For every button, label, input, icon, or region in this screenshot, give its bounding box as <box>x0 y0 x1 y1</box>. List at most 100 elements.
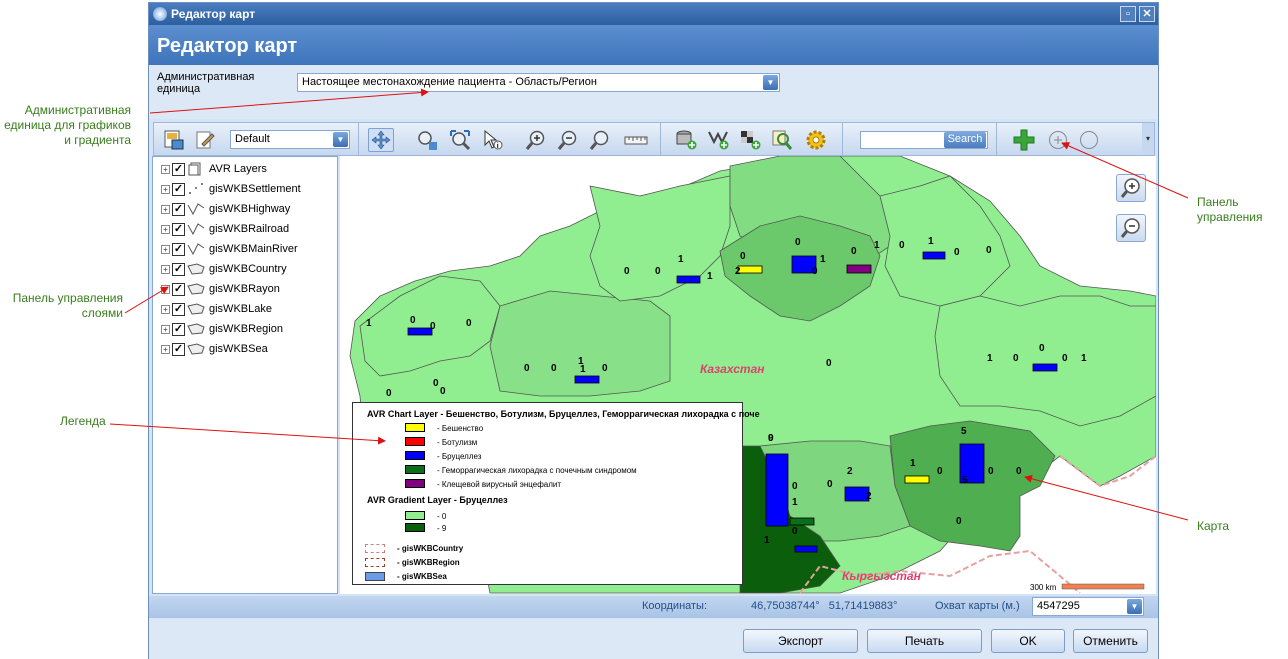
chart-bar <box>737 265 763 274</box>
style-select[interactable]: Default ▼ <box>230 130 350 149</box>
layer-row[interactable]: + ✓ gisWKBSettlement <box>161 181 301 197</box>
region-count-label: 0 <box>1016 466 1022 477</box>
annotation-layers-panel: Панель управления слоями <box>12 291 123 320</box>
legend-country-swatch <box>365 544 385 553</box>
region-count-label: 0 <box>956 516 962 527</box>
layer-name: AVR Layers <box>209 163 267 175</box>
layer-row[interactable]: + ✓ gisWKBRegion <box>161 321 283 337</box>
chevron-down-icon[interactable]: ▼ <box>763 75 778 90</box>
expand-icon[interactable]: + <box>161 164 170 174</box>
layer-checkbox[interactable]: ✓ <box>172 262 185 276</box>
layer-checkbox[interactable]: ✓ <box>172 282 185 296</box>
info-icon[interactable]: i <box>479 128 505 152</box>
pan-icon[interactable] <box>368 128 394 152</box>
print-button[interactable]: Печать <box>867 629 982 653</box>
layer-name: gisWKBSea <box>209 343 268 355</box>
expand-icon[interactable]: + <box>161 324 170 334</box>
expand-icon[interactable]: + <box>161 284 170 294</box>
layer-row[interactable]: + ✓ gisWKBCountry <box>161 261 287 277</box>
region-count-label: 0 <box>551 363 557 374</box>
region-count-label: 0 <box>826 358 832 369</box>
layer-row[interactable]: + ✓ gisWKBSea <box>161 341 268 357</box>
region-count-label: 0 <box>386 388 392 399</box>
expand-icon[interactable]: + <box>161 184 170 194</box>
cancel-button[interactable]: Отменить <box>1073 629 1148 653</box>
layer-checkbox[interactable]: ✓ <box>172 202 185 216</box>
zoom-box-icon[interactable] <box>587 128 613 152</box>
chart-bar <box>676 275 701 284</box>
layer-checkbox[interactable]: ✓ <box>172 222 185 236</box>
layer-row[interactable]: + ✓ gisWKBLake <box>161 301 272 317</box>
ok-button[interactable]: OK <box>991 629 1065 653</box>
admin-unit-value: Настоящее местонахождение пациента - Обл… <box>302 76 597 88</box>
search-button[interactable]: Search <box>944 132 986 148</box>
expand-icon[interactable]: + <box>161 304 170 314</box>
avr-layers-icon <box>187 162 205 176</box>
layer-row[interactable]: + ✓ gisWKBMainRiver <box>161 241 298 257</box>
layer-checkbox[interactable]: ✓ <box>172 322 185 336</box>
layer-name: gisWKBLake <box>209 303 272 315</box>
edit-style-icon[interactable] <box>192 128 218 152</box>
chevron-down-icon[interactable]: ▾ <box>1142 123 1154 155</box>
layer-name: gisWKBCountry <box>209 263 287 275</box>
layer-properties-icon[interactable] <box>161 128 187 152</box>
expand-icon[interactable]: + <box>161 244 170 254</box>
polygon-layer-icon <box>187 302 205 316</box>
layer-row[interactable]: + ✓ AVR Layers <box>161 161 267 177</box>
chart-bar <box>794 545 818 553</box>
zoom-out-icon[interactable] <box>555 128 581 152</box>
add-icon[interactable] <box>1011 128 1037 152</box>
search-layer-icon[interactable] <box>769 128 795 152</box>
region-count-label: 1 <box>874 240 880 251</box>
region-count-label: 9 <box>768 433 774 444</box>
coverage-select[interactable]: 4547295 ▼ <box>1032 597 1144 616</box>
layer-checkbox[interactable]: ✓ <box>172 342 185 356</box>
legend-item-label: - Клещевой вирусный энцефалит <box>437 480 562 489</box>
map-canvas[interactable]: 1001020100101000100010100100100000901201… <box>340 156 1156 594</box>
map-editor-window: Редактор карт ▫ ✕ Редактор карт Админист… <box>148 2 1159 659</box>
chevron-down-icon[interactable]: ▼ <box>333 132 348 147</box>
layer-name: gisWKBHighway <box>209 203 291 215</box>
expand-icon[interactable]: + <box>161 204 170 214</box>
maximize-icon[interactable]: ▫ <box>1120 6 1136 22</box>
add-point-icon[interactable] <box>1045 128 1071 152</box>
settings-icon[interactable] <box>803 128 829 152</box>
zoom-extent-icon[interactable] <box>414 128 440 152</box>
add-layer-icon[interactable] <box>673 128 699 152</box>
map-zoom-in-button[interactable] <box>1116 174 1146 202</box>
circle-icon[interactable] <box>1076 128 1102 152</box>
style-tool-group: Default ▼ <box>154 123 359 155</box>
layer-checkbox[interactable]: ✓ <box>172 182 185 196</box>
expand-icon[interactable]: + <box>161 264 170 274</box>
export-button[interactable]: Экспорт <box>743 629 858 653</box>
dialog-footer: Экспорт Печать OK Отменить <box>149 619 1158 659</box>
expand-icon[interactable]: + <box>161 344 170 354</box>
layer-row[interactable]: + ✓ gisWKBRayon <box>161 281 280 297</box>
add-chart-icon[interactable] <box>705 128 731 152</box>
zoom-full-icon[interactable] <box>447 128 473 152</box>
legend-swatch <box>405 451 425 460</box>
layer-row[interactable]: + ✓ gisWKBRailroad <box>161 221 289 237</box>
legend-item-label: - gisWKBSea <box>397 572 447 581</box>
zoom-in-icon[interactable] <box>523 128 549 152</box>
region-count-label: 0 <box>433 378 439 389</box>
layer-checkbox[interactable]: ✓ <box>172 162 185 176</box>
region-count-label: 1 <box>764 535 770 546</box>
map-zoom-out-button[interactable] <box>1116 214 1146 242</box>
layer-row[interactable]: + ✓ gisWKBHighway <box>161 201 290 217</box>
region-count-label: 1 <box>707 271 713 282</box>
legend-gradient-title: AVR Gradient Layer - Бруцеллез <box>367 495 508 505</box>
layer-checkbox[interactable]: ✓ <box>172 242 185 256</box>
chevron-down-icon[interactable]: ▼ <box>1127 599 1142 614</box>
map-legend: AVR Chart Layer - Бешенство, Ботулизм, Б… <box>352 402 760 585</box>
scale-label: 300 km <box>1030 583 1057 592</box>
ruler-icon[interactable] <box>623 128 649 152</box>
add-gradient-icon[interactable] <box>737 128 763 152</box>
admin-unit-select[interactable]: Настоящее местонахождение пациента - Обл… <box>297 73 780 92</box>
close-icon[interactable]: ✕ <box>1139 6 1155 22</box>
region-count-label: 0 <box>792 526 798 537</box>
region-count-label: 2 <box>866 491 872 502</box>
region-count-label: 1 <box>678 254 684 265</box>
layer-checkbox[interactable]: ✓ <box>172 302 185 316</box>
expand-icon[interactable]: + <box>161 224 170 234</box>
